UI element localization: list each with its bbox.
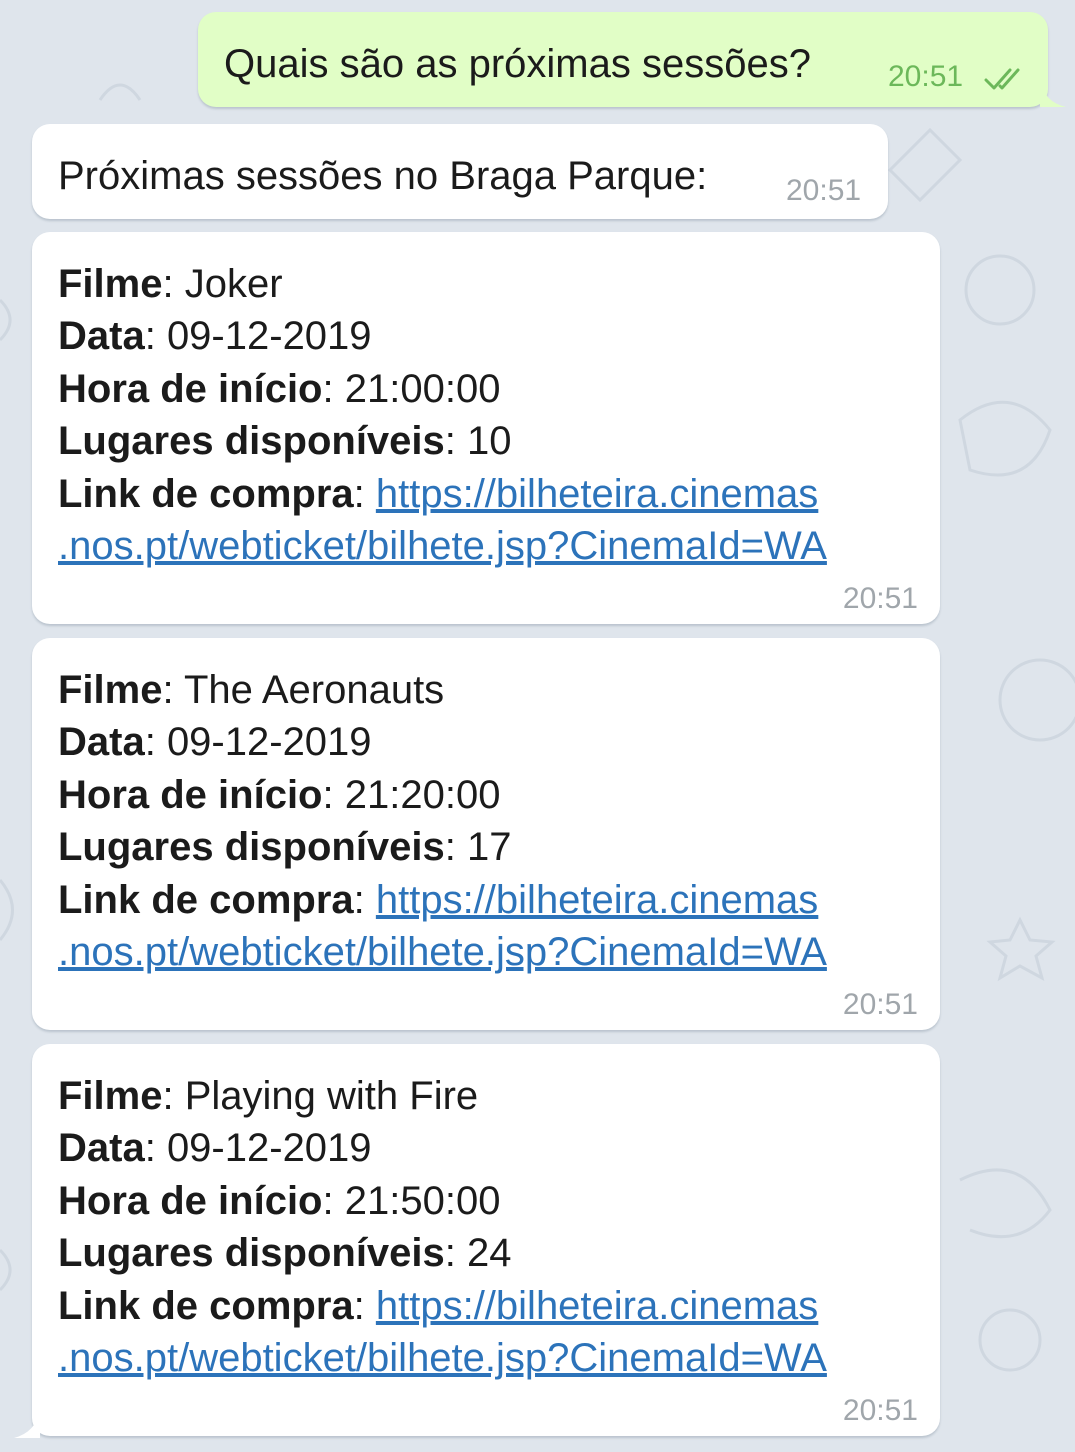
start-time-value: 21:00:00 <box>344 366 501 411</box>
seats-row: Lugares disponíveis: 24 <box>58 1227 827 1279</box>
film-row: Filme: Joker <box>58 258 827 310</box>
purchase-link[interactable]: https://bilheteira.cinemas <box>376 472 818 516</box>
date-row: Data: 09-12-2019 <box>58 1122 827 1174</box>
message-time: 20:51 <box>842 582 918 615</box>
greeting-text: Próximas sessões no Braga Parque: <box>58 154 708 198</box>
incoming-message-greeting[interactable]: Próximas sessões no Braga Parque: 20:51 <box>32 124 888 219</box>
chat-area[interactable]: Quais são as próximas sessões? 20:51 Pró… <box>0 0 1075 1452</box>
date-row: Data: 09-12-2019 <box>58 310 827 362</box>
outgoing-bubble-tail <box>1040 80 1066 107</box>
separator: : <box>353 471 376 516</box>
separator: : <box>353 877 376 922</box>
greeting-time: 20:51 <box>786 174 862 207</box>
separator: : <box>444 419 468 464</box>
separator: : <box>353 1283 376 1328</box>
seats-value: 17 <box>467 825 512 870</box>
film-value: Joker <box>184 262 283 306</box>
seats-row: Lugares disponíveis: 17 <box>58 821 827 873</box>
start-time-value: 21:20:00 <box>344 772 501 817</box>
separator: : <box>322 366 345 411</box>
seats-label: Lugares disponíveis <box>58 825 445 870</box>
start-time-label: Hora de início <box>58 1178 323 1223</box>
date-label: Data <box>58 314 145 359</box>
film-row: Filme: Playing with Fire <box>58 1070 827 1122</box>
film-row: Filme: The Aeronauts <box>58 664 827 716</box>
start-time-label: Hora de início <box>58 772 323 817</box>
session-details: Filme: The Aeronauts Data: 09-12-2019 Ho… <box>58 664 827 978</box>
link-row: Link de compra: https://bilheteira.cinem… <box>58 468 827 520</box>
link-row-continued: .nos.pt/webticket/bilhete.jsp?CinemaId=W… <box>58 520 827 572</box>
separator: : <box>444 1231 468 1276</box>
date-label: Data <box>58 720 145 765</box>
seats-label: Lugares disponíveis <box>58 1231 445 1276</box>
start-time-row: Hora de início: 21:50:00 <box>58 1175 827 1227</box>
separator: : <box>444 825 468 870</box>
separator: : <box>144 1126 167 1171</box>
seats-value: 24 <box>467 1231 512 1276</box>
seats-label: Lugares disponíveis <box>58 419 445 464</box>
outgoing-message[interactable]: Quais são as próximas sessões? 20:51 <box>198 12 1048 107</box>
film-value: The Aeronauts <box>184 668 445 712</box>
link-row: Link de compra: https://bilheteira.cinem… <box>58 1280 827 1332</box>
purchase-link[interactable]: https://bilheteira.cinemas <box>376 1284 818 1328</box>
link-label: Link de compra <box>58 471 354 516</box>
film-label: Filme <box>58 262 163 306</box>
start-time-value: 21:50:00 <box>344 1178 501 1223</box>
start-time-row: Hora de início: 21:20:00 <box>58 769 827 821</box>
purchase-link-continued[interactable]: .nos.pt/webticket/bilhete.jsp?CinemaId=W… <box>58 524 827 568</box>
date-value: 09-12-2019 <box>166 720 372 765</box>
film-value: Playing with Fire <box>184 1074 479 1118</box>
session-details: Filme: Joker Data: 09-12-2019 Hora de in… <box>58 258 827 572</box>
session-card[interactable]: Filme: Joker Data: 09-12-2019 Hora de in… <box>32 232 940 624</box>
message-time: 20:51 <box>842 988 918 1021</box>
purchase-link-continued[interactable]: .nos.pt/webticket/bilhete.jsp?CinemaId=W… <box>58 930 827 974</box>
outgoing-message-time: 20:51 <box>888 60 964 93</box>
seats-row: Lugares disponíveis: 10 <box>58 415 827 467</box>
date-label: Data <box>58 1126 145 1171</box>
separator: : <box>322 772 345 817</box>
separator: : <box>162 1074 185 1118</box>
double-check-icon <box>984 68 1020 90</box>
film-label: Filme <box>58 1074 163 1118</box>
separator: : <box>144 314 167 359</box>
link-row-continued: .nos.pt/webticket/bilhete.jsp?CinemaId=W… <box>58 926 827 978</box>
session-card[interactable]: Filme: The Aeronauts Data: 09-12-2019 Ho… <box>32 638 940 1030</box>
date-value: 09-12-2019 <box>166 314 372 359</box>
message-time: 20:51 <box>842 1394 918 1427</box>
purchase-link[interactable]: https://bilheteira.cinemas <box>376 878 818 922</box>
seats-value: 10 <box>467 419 512 464</box>
separator: : <box>144 720 167 765</box>
link-row-continued: .nos.pt/webticket/bilhete.jsp?CinemaId=W… <box>58 1332 827 1384</box>
outgoing-message-text: Quais são as próximas sessões? <box>224 42 811 86</box>
film-label: Filme <box>58 668 163 712</box>
date-row: Data: 09-12-2019 <box>58 716 827 768</box>
link-row: Link de compra: https://bilheteira.cinem… <box>58 874 827 926</box>
link-label: Link de compra <box>58 1283 354 1328</box>
start-time-row: Hora de início: 21:00:00 <box>58 363 827 415</box>
separator: : <box>162 262 185 306</box>
start-time-label: Hora de início <box>58 366 323 411</box>
separator: : <box>162 668 184 712</box>
session-card[interactable]: Filme: Playing with Fire Data: 09-12-201… <box>32 1044 940 1436</box>
link-label: Link de compra <box>58 877 354 922</box>
separator: : <box>322 1178 345 1223</box>
incoming-bubble-tail <box>14 1410 40 1438</box>
session-details: Filme: Playing with Fire Data: 09-12-201… <box>58 1070 827 1384</box>
date-value: 09-12-2019 <box>166 1126 372 1171</box>
purchase-link-continued[interactable]: .nos.pt/webticket/bilhete.jsp?CinemaId=W… <box>58 1336 827 1380</box>
